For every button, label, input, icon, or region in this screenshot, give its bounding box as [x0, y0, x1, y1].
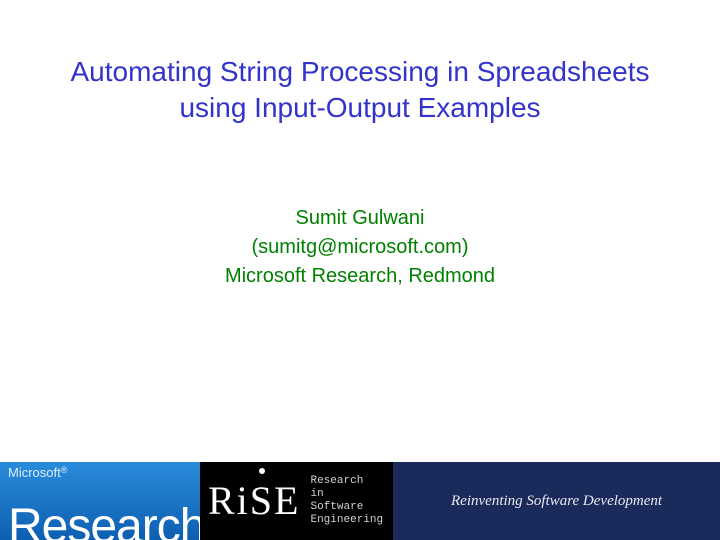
msr-brand: Microsoft® — [8, 466, 67, 479]
slide: Automating String Processing in Spreadsh… — [0, 0, 720, 540]
microsoft-research-logo: Microsoft® Research — [0, 462, 200, 540]
rise-box: RiSE Research in Software Engineering — [208, 475, 383, 528]
title-line2: using Input-Output Examples — [179, 92, 540, 123]
slide-title: Automating String Processing in Spreadsh… — [0, 54, 720, 127]
footer-logos: Microsoft® Research RiSE Research in Sof… — [0, 462, 720, 540]
author-email: (sumitg@microsoft.com) — [0, 233, 720, 262]
rise-word: RiSE — [208, 481, 300, 521]
author-block: Sumit Gulwani (sumitg@microsoft.com) Mic… — [0, 204, 720, 291]
author-affiliation: Microsoft Research, Redmond — [0, 262, 720, 291]
tagline-text: Reinventing Software Development — [451, 493, 662, 510]
msr-reg-mark: ® — [61, 465, 68, 475]
author-name: Sumit Gulwani — [0, 204, 720, 233]
tagline-panel: Reinventing Software Development — [393, 462, 720, 540]
rise-dot-icon — [259, 468, 265, 474]
msr-brand-text: Microsoft — [8, 465, 61, 480]
rise-logo: RiSE Research in Software Engineering — [200, 462, 393, 540]
rise-subtitle: Research in Software Engineering — [310, 475, 383, 528]
msr-research-text: Research — [0, 499, 200, 540]
title-line1: Automating String Processing in Spreadsh… — [71, 56, 650, 87]
